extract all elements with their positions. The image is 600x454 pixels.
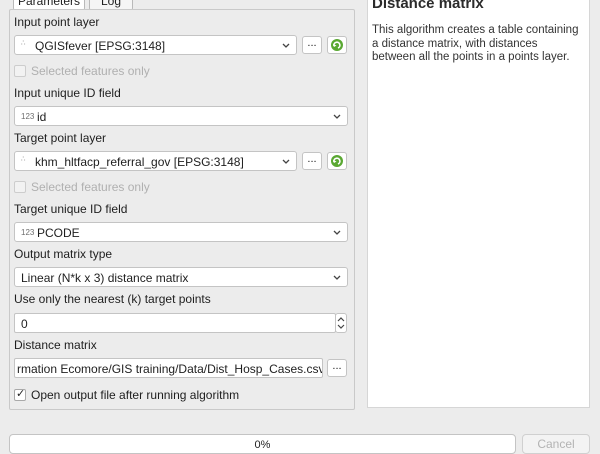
chevron-down-icon	[333, 114, 341, 119]
stepper-arrows-icon	[337, 317, 345, 329]
input-selected-only-checkbox[interactable]	[14, 65, 26, 77]
chevron-down-icon	[333, 230, 341, 235]
help-description: This algorithm creates a table containin…	[372, 24, 579, 63]
output-path-input[interactable]: rmation Ecomore/GIS training/Data/Dist_H…	[14, 358, 323, 378]
target-layer-label: Target point layer	[14, 131, 107, 145]
chevron-down-icon	[282, 43, 290, 48]
tab-label: Parameters	[17, 0, 81, 8]
target-selected-only-checkbox[interactable]	[14, 181, 26, 193]
matrix-type-combo[interactable]: Linear (N*k x 3) distance matrix	[14, 267, 348, 287]
input-layer-iterate-button[interactable]	[327, 36, 347, 54]
iterate-icon	[331, 39, 343, 51]
input-layer-label: Input point layer	[14, 15, 100, 29]
point-layer-icon: ∴	[21, 156, 27, 163]
matrix-type-value: Linear (N*k x 3) distance matrix	[21, 271, 189, 285]
input-id-combo[interactable]: 123 id	[14, 106, 348, 126]
target-layer-iterate-button[interactable]	[327, 152, 347, 170]
input-layer-value: QGISfever [EPSG:3148]	[35, 39, 166, 53]
browse-label: ...	[307, 37, 317, 49]
progress-text: 0%	[254, 439, 271, 451]
browse-label: ...	[332, 360, 342, 372]
help-title: Distance matrix	[372, 0, 484, 12]
point-layer-icon: ∴	[21, 40, 27, 47]
target-selected-only-label: Selected features only	[31, 180, 150, 194]
chevron-down-icon	[282, 159, 290, 164]
browse-label: ...	[307, 153, 317, 165]
numeric-field-icon: 123	[21, 112, 35, 121]
output-label: Distance matrix	[14, 338, 97, 352]
target-layer-value: khm_hltfacp_referral_gov [EPSG:3148]	[35, 155, 244, 169]
target-layer-browse-button[interactable]: ...	[302, 152, 322, 170]
input-layer-browse-button[interactable]: ...	[302, 36, 322, 54]
nearest-k-stepper[interactable]	[335, 313, 347, 333]
iterate-icon	[331, 155, 343, 167]
matrix-type-label: Output matrix type	[14, 247, 113, 261]
nearest-k-label: Use only the nearest (k) target points	[14, 292, 211, 306]
progress-bar: 0%	[9, 434, 516, 454]
open-output-label: Open output file after running algorithm	[31, 388, 240, 402]
nearest-k-input[interactable]: 0	[14, 313, 336, 333]
target-id-combo[interactable]: 123 PCODE	[14, 222, 348, 242]
input-layer-combo[interactable]: ∴ QGISfever [EPSG:3148]	[14, 35, 297, 55]
output-browse-button[interactable]: ...	[327, 359, 347, 377]
target-id-value: PCODE	[37, 226, 80, 240]
cancel-button[interactable]: Cancel	[522, 434, 590, 454]
help-panel: Distance matrix This algorithm creates a…	[367, 0, 590, 408]
cancel-label: Cancel	[537, 437, 575, 451]
input-id-label: Input unique ID field	[14, 86, 121, 100]
open-output-checkbox[interactable]: ✓	[14, 388, 26, 401]
tab-label: Log	[100, 0, 122, 8]
output-path-value: rmation Ecomore/GIS training/Data/Dist_H…	[17, 362, 323, 376]
nearest-k-value: 0	[21, 317, 28, 331]
check-mark-icon: ✓	[16, 388, 26, 400]
numeric-field-icon: 123	[21, 228, 35, 237]
target-id-label: Target unique ID field	[14, 202, 128, 216]
chevron-down-icon	[333, 275, 341, 280]
input-id-value: id	[37, 110, 47, 124]
target-layer-combo[interactable]: ∴ khm_hltfacp_referral_gov [EPSG:3148]	[14, 151, 297, 171]
input-selected-only-label: Selected features only	[31, 64, 150, 78]
